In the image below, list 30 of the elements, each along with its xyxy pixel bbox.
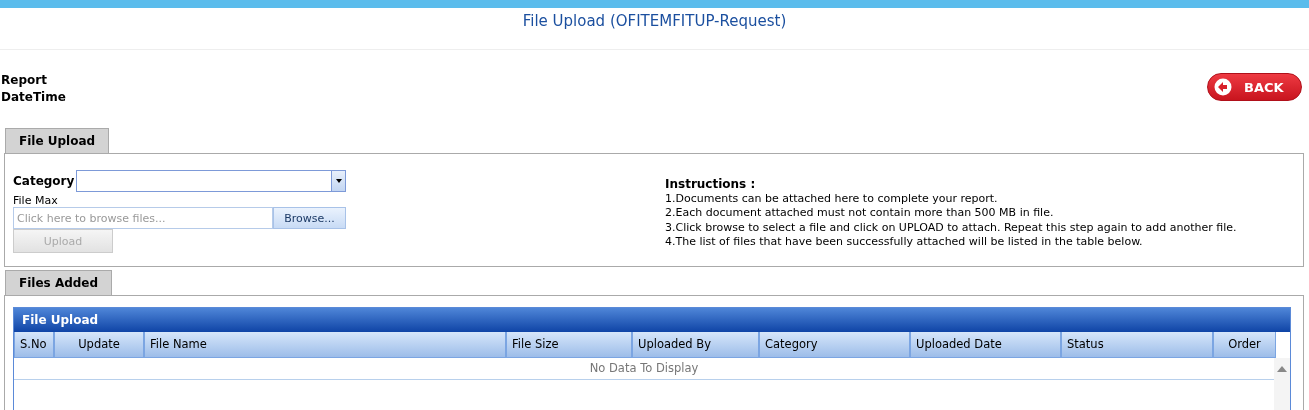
column-header[interactable]: Update (54, 332, 144, 358)
report-label: DateTime (1, 89, 66, 106)
grid-title: File Upload (14, 308, 1290, 332)
column-header[interactable]: File Name (144, 332, 506, 358)
scroll-up-icon[interactable] (1277, 366, 1287, 372)
category-label: Category (13, 174, 75, 188)
column-header[interactable]: Uploaded Date (910, 332, 1061, 358)
file-max-label: File Max (13, 194, 59, 207)
column-header[interactable]: Status (1061, 332, 1213, 358)
empty-message: No Data To Display (14, 358, 1274, 380)
instruction-line: 3.Click browse to select a file and click on UPLOAD to attach. Repeat this step again to add another file. (665, 220, 1237, 235)
category-dropdown[interactable] (76, 170, 347, 192)
column-header[interactable]: Uploaded By (632, 332, 759, 358)
column-header[interactable]: Category (759, 332, 910, 358)
instructions-heading: Instructions : (665, 177, 757, 192)
column-header[interactable]: File Size (506, 332, 632, 358)
browse-button[interactable]: Browse... (273, 207, 346, 229)
column-header[interactable]: Order (1213, 332, 1276, 358)
back-button[interactable]: BACK (1207, 73, 1302, 101)
section-tab[interactable]: Files Added (5, 270, 113, 295)
section-tab[interactable]: File Upload (5, 128, 110, 153)
column-header[interactable]: S.No (14, 332, 54, 358)
instruction-line: 2.Each document attached must not contain more than 500 MB in file. (665, 206, 1055, 221)
instruction-line: 1.Documents can be attached here to complete your report. (665, 191, 999, 206)
page-title: File Upload (OFITEMFITUP-Request) (521, 11, 788, 32)
report-label: Report (1, 72, 48, 89)
instruction-line: 4.The list of files that have been successfully attached will be listed in the table below. (665, 235, 1144, 250)
file-field[interactable]: Click here to browse files... (13, 207, 273, 229)
arrow-left-icon (1214, 78, 1232, 96)
dropdown-caret-icon (331, 171, 346, 191)
